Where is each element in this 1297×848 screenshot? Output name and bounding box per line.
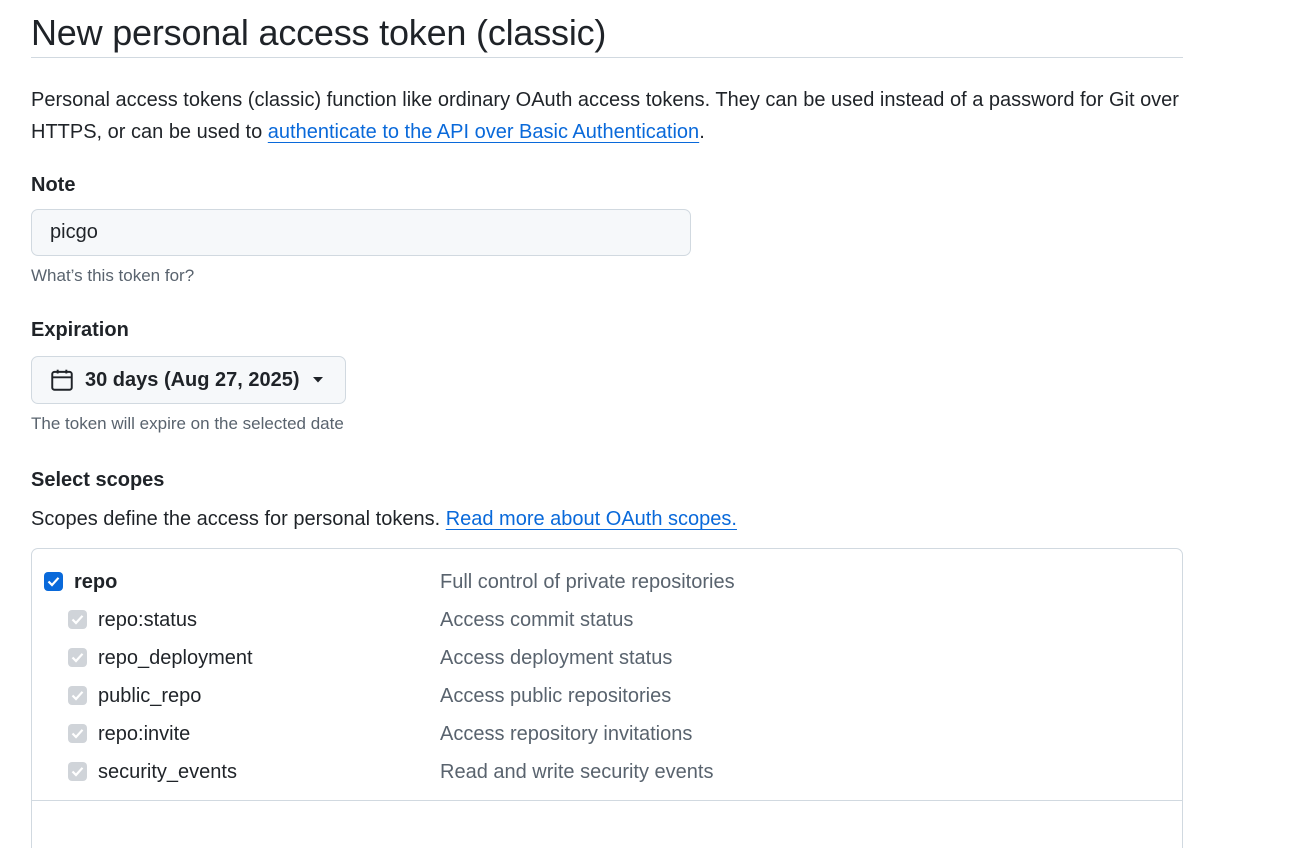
- note-label: Note: [31, 174, 76, 196]
- scope-name: repo_deployment: [98, 647, 253, 669]
- scope-description: Access deployment status: [440, 647, 673, 669]
- note-input[interactable]: [31, 209, 691, 256]
- token-page: New personal access token (classic) Pers…: [31, 0, 1183, 848]
- scope-description: Full control of private repositories: [440, 571, 735, 593]
- scope-group-divider: [32, 800, 1182, 801]
- expiration-selected-value: 30 days (Aug 27, 2025): [85, 368, 300, 391]
- scopes-label: Select scopes: [31, 469, 165, 491]
- expiration-hint: The token will expire on the selected da…: [31, 414, 344, 433]
- scope-row-repo-invite: repo:invite Access repository invitation…: [32, 715, 1182, 753]
- note-hint: What’s this token for?: [31, 266, 195, 285]
- scope-checkbox-security-events[interactable]: [68, 762, 87, 781]
- scope-name: security_events: [98, 761, 237, 783]
- scope-row-security-events: security_events Read and write security …: [32, 753, 1182, 791]
- scope-row-repo-deployment: repo_deployment Access deployment status: [32, 639, 1182, 677]
- scope-description: Access repository invitations: [440, 723, 693, 745]
- scopes-list: repo Full control of private repositorie…: [31, 548, 1183, 848]
- scope-description: Access public repositories: [440, 685, 672, 707]
- scope-name: repo:invite: [98, 723, 191, 745]
- scope-row-repo: repo Full control of private repositorie…: [32, 563, 1182, 601]
- scope-checkbox-repo-status[interactable]: [68, 610, 87, 629]
- scope-checkbox-repo[interactable]: [44, 572, 63, 591]
- basic-auth-link[interactable]: authenticate to the API over Basic Authe…: [268, 121, 699, 143]
- scope-checkbox-repo-deployment[interactable]: [68, 648, 87, 667]
- expiration-dropdown-button[interactable]: 30 days (Aug 27, 2025): [31, 356, 346, 404]
- scopes-description-text: Scopes define the access for personal to…: [31, 508, 446, 530]
- scope-description: Read and write security events: [440, 761, 714, 783]
- intro-paragraph: Personal access tokens (classic) functio…: [31, 84, 1183, 148]
- scopes-description: Scopes define the access for personal to…: [31, 504, 1183, 534]
- scope-row-public-repo: public_repo Access public repositories: [32, 677, 1182, 715]
- scope-name: repo: [74, 571, 118, 593]
- scope-name: repo:status: [98, 609, 197, 631]
- scope-checkbox-public-repo[interactable]: [68, 686, 87, 705]
- caret-down-icon: [312, 374, 324, 386]
- scope-checkbox-repo-invite[interactable]: [68, 724, 87, 743]
- scope-row-repo-status: repo:status Access commit status: [32, 601, 1182, 639]
- expiration-label: Expiration: [31, 319, 129, 341]
- intro-text-end: .: [699, 121, 705, 143]
- scope-name: public_repo: [98, 685, 202, 707]
- calendar-icon: [49, 367, 75, 393]
- scope-description: Access commit status: [440, 609, 634, 631]
- oauth-scopes-link[interactable]: Read more about OAuth scopes.: [446, 508, 737, 530]
- page-title: New personal access token (classic): [31, 0, 1183, 58]
